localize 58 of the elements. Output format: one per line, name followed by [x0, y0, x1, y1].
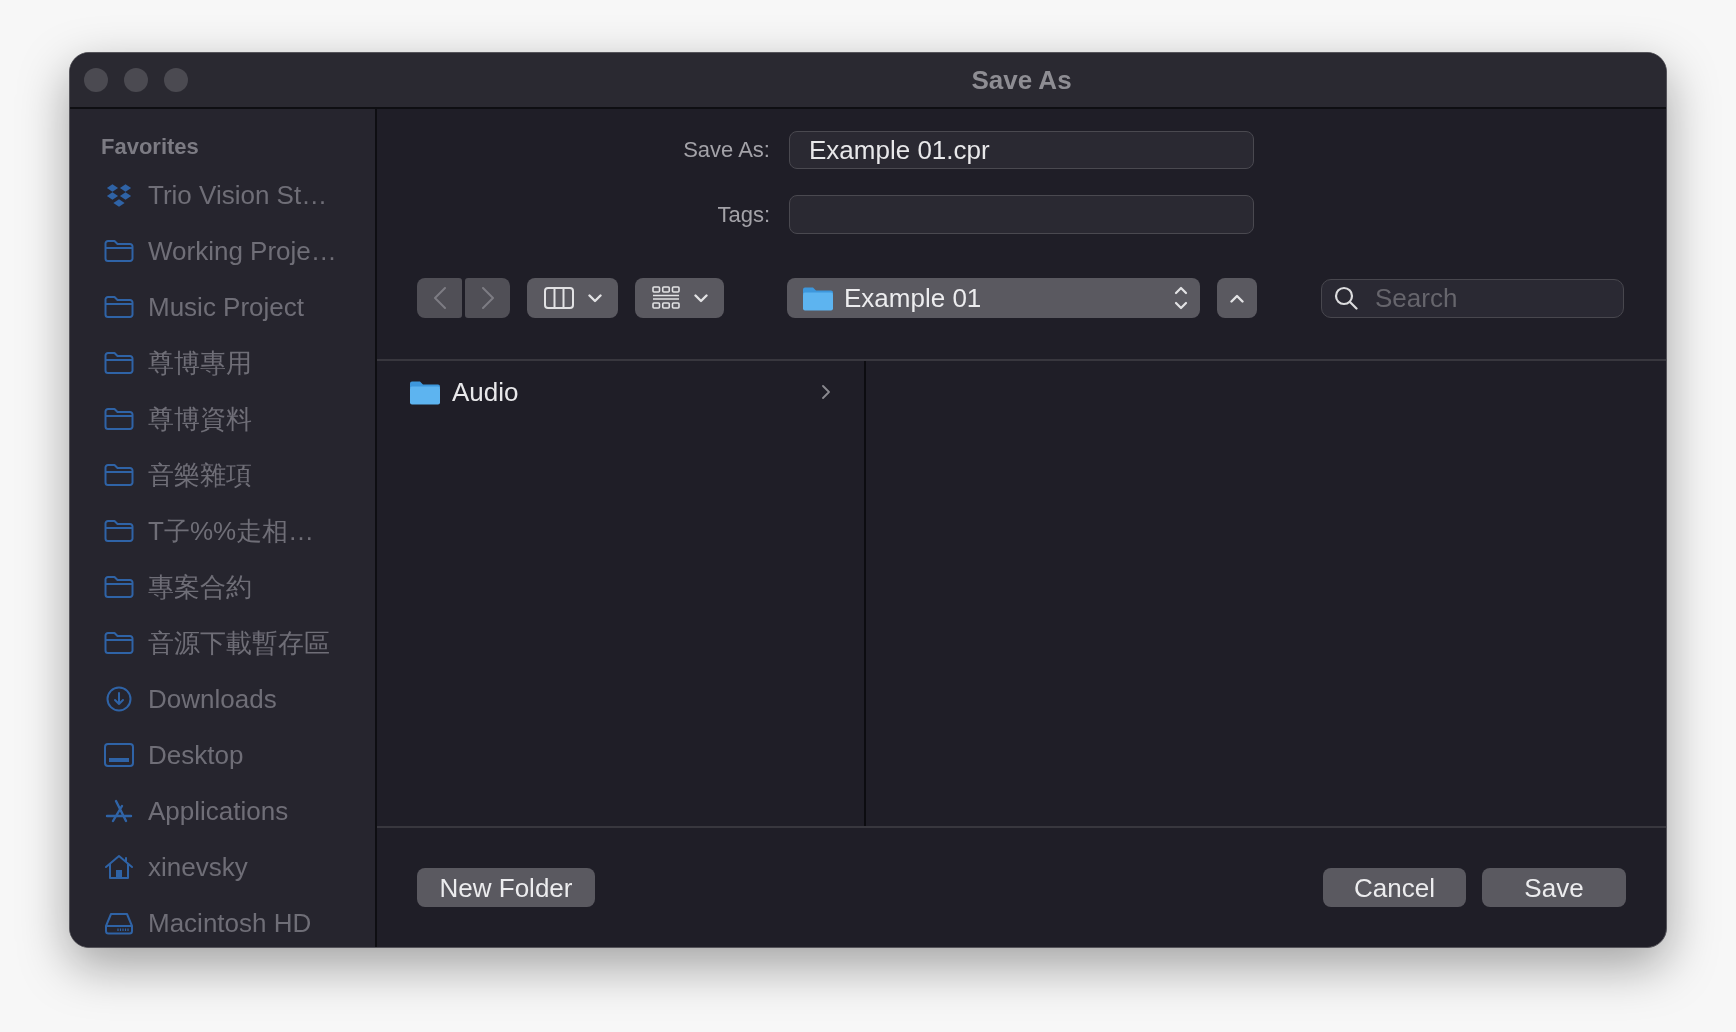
- folder-icon: [104, 407, 134, 431]
- up-down-chevron-icon: [1174, 285, 1188, 311]
- location-popup[interactable]: Example 01: [787, 278, 1200, 318]
- chevron-up-icon: [1230, 293, 1244, 303]
- save-button[interactable]: Save: [1482, 868, 1626, 907]
- filename-field[interactable]: Example 01.cpr: [789, 131, 1254, 169]
- folder-icon: [104, 239, 134, 263]
- folder-icon: [104, 519, 134, 543]
- minimize-button[interactable]: [124, 68, 148, 92]
- section-heading: Favorites: [101, 134, 199, 160]
- field-label: Tags:: [717, 201, 770, 228]
- chevron-left-icon: [433, 287, 446, 309]
- folder-icon: [104, 631, 134, 655]
- folder-icon: [104, 463, 134, 487]
- enclosing-folder-button[interactable]: [1217, 278, 1257, 318]
- chevron-down-icon: [587, 293, 602, 303]
- new-folder-button[interactable]: New Folder: [417, 868, 595, 907]
- sidebar-item[interactable]: Music Project: [90, 279, 355, 335]
- folder-icon: [104, 295, 134, 319]
- sidebar-item[interactable]: Downloads: [90, 671, 355, 727]
- sidebar-item[interactable]: Trio Vision St…: [90, 167, 355, 223]
- sidebar-item[interactable]: xinevsky: [90, 839, 355, 895]
- window-title: Save As: [971, 65, 1072, 95]
- sidebar-item[interactable]: 專案合約: [90, 559, 355, 615]
- cancel-button[interactable]: Cancel: [1323, 868, 1466, 907]
- folder-icon: [803, 285, 833, 311]
- sidebar-item[interactable]: T子%%走相…: [90, 503, 355, 559]
- columns-icon: [543, 287, 574, 309]
- view-mode-button[interactable]: [527, 278, 618, 318]
- sidebar-item[interactable]: Applications: [90, 783, 355, 839]
- sidebar-item[interactable]: 尊博資料: [90, 391, 355, 447]
- group-button[interactable]: [635, 278, 724, 318]
- sidebar-item[interactable]: 音源下載暫存區: [90, 615, 355, 671]
- chevron-right-icon: [822, 385, 830, 399]
- sidebar-item[interactable]: Desktop: [90, 727, 355, 783]
- grid-icon: [651, 286, 680, 310]
- download-icon: [106, 686, 132, 712]
- search-icon: [1334, 286, 1358, 310]
- sidebar-item[interactable]: Macintosh HD: [90, 895, 355, 947]
- sidebar-item[interactable]: Working Proje…: [90, 223, 355, 279]
- drive-icon: [104, 911, 134, 935]
- chevron-down-icon: [693, 293, 708, 303]
- close-button[interactable]: [84, 68, 108, 92]
- maximize-button[interactable]: [164, 68, 188, 92]
- folder-icon: [104, 575, 134, 599]
- folder-icon: [410, 379, 440, 405]
- folder-row[interactable]: Audio: [389, 373, 852, 411]
- folder-icon: [104, 351, 134, 375]
- letter-a-icon: [105, 799, 133, 823]
- field-label: Save As:: [683, 137, 770, 163]
- tags-field[interactable]: [789, 195, 1254, 234]
- search-field[interactable]: Search: [1321, 278, 1624, 318]
- chevron-right-icon: [481, 287, 494, 309]
- diamonds-icon: [105, 183, 133, 207]
- home-icon: [104, 854, 134, 880]
- sidebar-item[interactable]: 尊博專用: [90, 335, 355, 391]
- sidebar-item[interactable]: 音樂雜項: [90, 447, 355, 503]
- desktop-icon: [104, 743, 134, 767]
